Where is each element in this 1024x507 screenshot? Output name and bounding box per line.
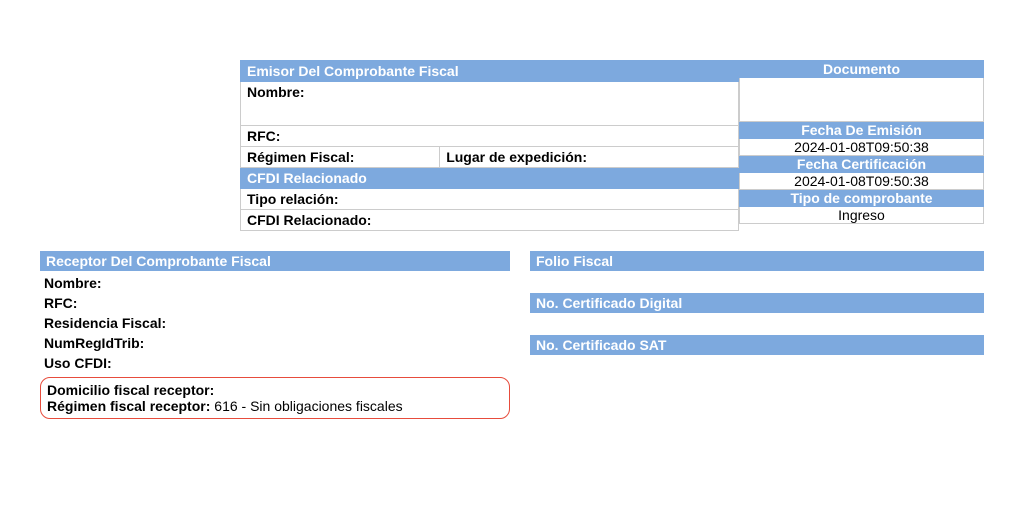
documento-blank <box>740 78 984 122</box>
cfdi-rel-header: CFDI Relacionado <box>241 168 739 189</box>
cert-digital-header: No. Certificado Digital <box>530 293 984 313</box>
fecha-cert-value: 2024-01-08T09:50:38 <box>740 173 984 190</box>
receptor-rfc-label: RFC: <box>44 295 77 311</box>
receptor-block: Receptor Del Comprobante Fiscal Nombre: … <box>40 251 510 419</box>
receptor-residencia-label: Residencia Fiscal: <box>44 315 166 331</box>
receptor-uso-label: Uso CFDI: <box>44 355 112 371</box>
emisor-rfc-label: RFC: <box>247 128 280 144</box>
emisor-lugar-label: Lugar de expedición: <box>446 149 587 165</box>
receptor-numreg-label: NumRegIdTrib: <box>44 335 144 351</box>
receptor-regimen-value: 616 - Sin obligaciones fiscales <box>214 398 402 414</box>
receptor-regimen-label: Régimen fiscal receptor: <box>47 398 214 414</box>
folio-block: Folio Fiscal No. Certificado Digital No.… <box>530 251 984 419</box>
tipo-comp-value: Ingreso <box>740 207 984 224</box>
fecha-emision-header: Fecha De Emisión <box>740 122 984 139</box>
tipo-comp-header: Tipo de comprobante <box>740 190 984 207</box>
emisor-header: Emisor Del Comprobante Fiscal <box>241 61 739 82</box>
cfdi-rel-label: CFDI Relacionado: <box>247 212 371 228</box>
highlight-box: Domicilio fiscal receptor: Régimen fisca… <box>40 377 510 419</box>
cert-sat-header: No. Certificado SAT <box>530 335 984 355</box>
emisor-regimen-label: Régimen Fiscal: <box>247 149 354 165</box>
top-section: Emisor Del Comprobante Fiscal Nombre: RF… <box>240 60 984 231</box>
documento-block: Documento Fecha De Emisión 2024-01-08T09… <box>739 60 984 231</box>
emisor-block: Emisor Del Comprobante Fiscal Nombre: RF… <box>240 60 739 231</box>
tipo-relacion-label: Tipo relación: <box>247 191 339 207</box>
lower-section: Receptor Del Comprobante Fiscal Nombre: … <box>40 251 984 419</box>
documento-header: Documento <box>740 61 984 78</box>
fecha-emision-value: 2024-01-08T09:50:38 <box>740 139 984 156</box>
receptor-nombre-label: Nombre: <box>44 275 102 291</box>
emisor-nombre-label: Nombre: <box>247 84 305 100</box>
fecha-cert-header: Fecha Certificación <box>740 156 984 173</box>
receptor-domicilio-label: Domicilio fiscal receptor: <box>47 382 214 398</box>
receptor-header: Receptor Del Comprobante Fiscal <box>40 251 510 271</box>
folio-header: Folio Fiscal <box>530 251 984 271</box>
